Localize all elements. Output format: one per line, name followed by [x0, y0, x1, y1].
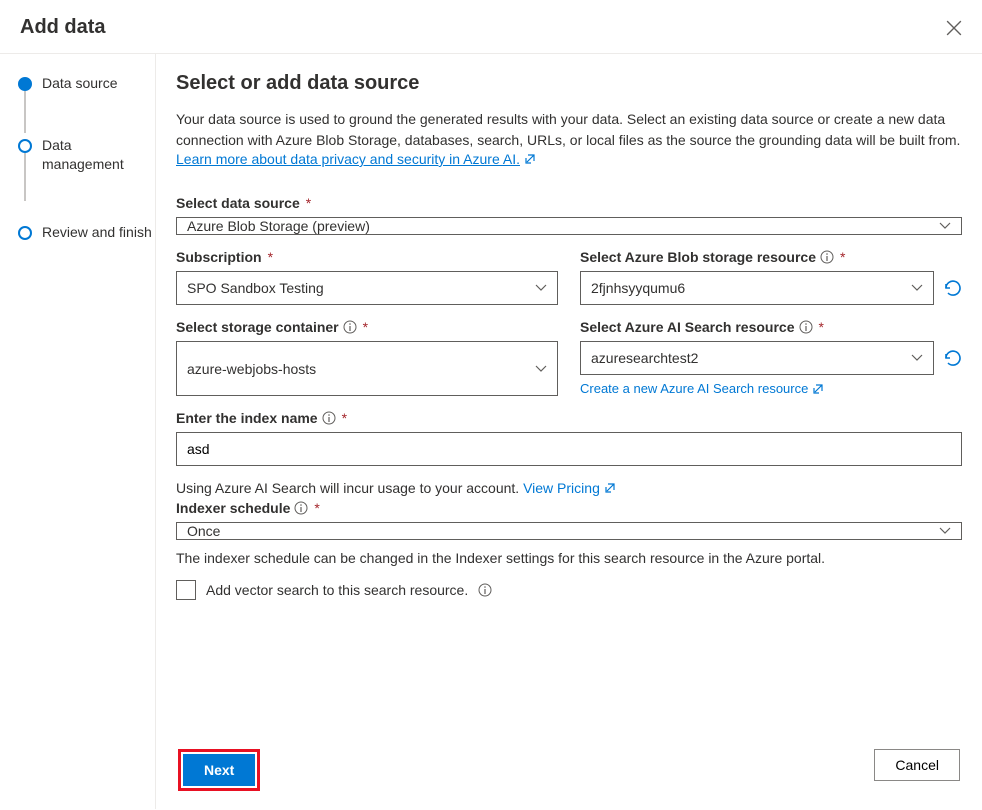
info-icon[interactable] — [294, 501, 308, 515]
subscription-label: Subscription* — [176, 249, 558, 265]
step-connector — [24, 153, 26, 201]
page-description: Your data source is used to ground the g… — [176, 111, 960, 148]
chevron-down-icon — [535, 282, 547, 294]
dialog-header: Add data — [0, 0, 982, 54]
wizard-step-data-management[interactable]: Data management — [18, 136, 155, 175]
vector-search-checkbox[interactable] — [176, 580, 196, 600]
view-pricing-link[interactable]: View Pricing — [523, 480, 616, 496]
search-resource-value: azuresearchtest2 — [591, 350, 698, 366]
info-icon[interactable] — [478, 583, 492, 597]
indexer-schedule-note: The indexer schedule can be changed in t… — [176, 550, 962, 566]
close-icon[interactable] — [946, 20, 962, 36]
info-icon[interactable] — [343, 320, 357, 334]
chevron-down-icon — [939, 220, 951, 232]
subscription-value: SPO Sandbox Testing — [187, 280, 324, 296]
chevron-down-icon — [911, 282, 923, 294]
index-name-label: Enter the index name * — [176, 410, 962, 426]
pricing-note: Using Azure AI Search will incur usage t… — [176, 480, 962, 496]
data-source-value: Azure Blob Storage (preview) — [187, 218, 370, 234]
dialog-title: Add data — [20, 16, 106, 39]
dialog-footer: Next Cancel — [176, 735, 962, 809]
step-indicator-icon — [18, 77, 32, 91]
step-indicator-icon — [18, 139, 32, 153]
chevron-down-icon — [535, 363, 547, 375]
search-resource-select[interactable]: azuresearchtest2 — [580, 341, 934, 375]
info-icon[interactable] — [799, 320, 813, 334]
external-link-icon — [524, 153, 536, 165]
indexer-schedule-label: Indexer schedule * — [176, 500, 962, 516]
wizard-step-data-source[interactable]: Data source — [18, 74, 155, 94]
step-label: Data management — [42, 136, 155, 175]
step-indicator-icon — [18, 226, 32, 240]
wizard-step-review-finish[interactable]: Review and finish — [18, 223, 155, 243]
step-label: Review and finish — [42, 223, 152, 243]
data-source-label: Select data source* — [176, 195, 962, 211]
blob-resource-label: Select Azure Blob storage resource * — [580, 249, 962, 265]
learn-more-link[interactable]: Learn more about data privacy and securi… — [176, 151, 536, 167]
create-search-resource-link[interactable]: Create a new Azure AI Search resource — [580, 381, 962, 396]
cancel-button[interactable]: Cancel — [874, 749, 960, 781]
learn-more-link-text: Learn more about data privacy and securi… — [176, 151, 520, 167]
external-link-icon — [812, 383, 824, 395]
view-pricing-text: View Pricing — [523, 480, 600, 496]
blob-resource-value: 2fjnhsyyqumu6 — [591, 280, 685, 296]
next-button-highlight: Next — [178, 749, 260, 791]
subscription-select[interactable]: SPO Sandbox Testing — [176, 271, 558, 305]
blob-resource-select[interactable]: 2fjnhsyyqumu6 — [580, 271, 934, 305]
storage-container-select[interactable]: azure-webjobs-hosts — [176, 341, 558, 396]
create-search-resource-text: Create a new Azure AI Search resource — [580, 381, 808, 396]
storage-container-label: Select storage container * — [176, 319, 558, 335]
storage-container-value: azure-webjobs-hosts — [187, 361, 316, 377]
refresh-icon[interactable] — [944, 349, 962, 367]
search-resource-label: Select Azure AI Search resource * — [580, 319, 962, 335]
info-icon[interactable] — [820, 250, 834, 264]
chevron-down-icon — [911, 352, 923, 364]
step-label: Data source — [42, 74, 117, 94]
indexer-schedule-value: Once — [187, 523, 220, 539]
vector-search-label: Add vector search to this search resourc… — [206, 582, 468, 598]
indexer-schedule-select[interactable]: Once — [176, 522, 962, 540]
data-source-select[interactable]: Azure Blob Storage (preview) — [176, 217, 962, 235]
info-icon[interactable] — [322, 411, 336, 425]
page-title: Select or add data source — [176, 72, 962, 95]
next-button[interactable]: Next — [183, 754, 255, 786]
external-link-icon — [604, 482, 616, 494]
index-name-input[interactable] — [176, 432, 962, 466]
step-connector — [24, 91, 26, 133]
refresh-icon[interactable] — [944, 279, 962, 297]
wizard-steps-sidebar: Data source Data management Review and f… — [0, 54, 155, 809]
chevron-down-icon — [939, 525, 951, 537]
